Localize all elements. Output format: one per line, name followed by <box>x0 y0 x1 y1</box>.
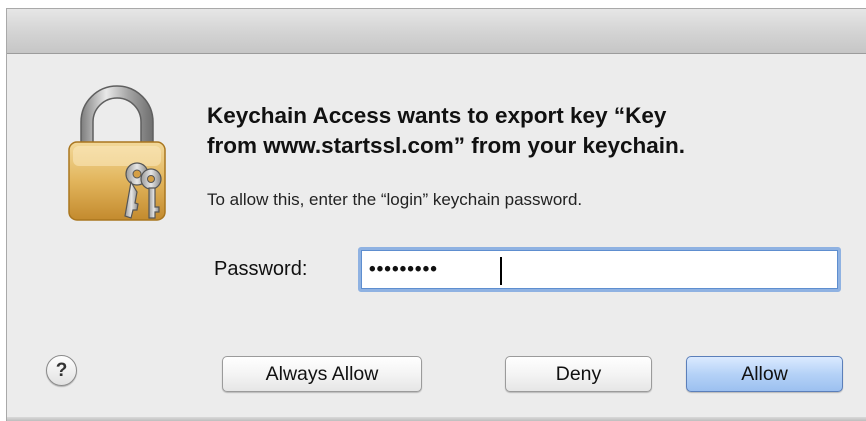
password-label: Password: <box>214 258 308 280</box>
password-value: ••••••••• <box>369 259 438 280</box>
keychain-lock-icon <box>68 85 166 221</box>
always-allow-button[interactable]: Always Allow <box>222 356 422 392</box>
info-text: To allow this, enter the “login” keychai… <box>207 190 583 209</box>
dialog-message: Keychain Access wants to export key “Key… <box>207 101 827 161</box>
message-line-2: from www.startssl.com” from your keychai… <box>207 133 686 158</box>
deny-button[interactable]: Deny <box>505 356 652 392</box>
keychain-dialog: Keychain Access wants to export key “Key… <box>6 8 866 421</box>
allow-button[interactable]: Allow <box>686 356 843 392</box>
text-caret <box>500 257 502 285</box>
help-button[interactable]: ? <box>46 355 77 386</box>
dialog-titlebar[interactable] <box>7 9 866 54</box>
password-field[interactable]: ••••••••• <box>358 247 841 292</box>
question-mark-icon: ? <box>55 360 68 381</box>
dialog-bottom-edge <box>7 417 866 421</box>
message-line-1: Keychain Access wants to export key “Key <box>207 103 667 128</box>
